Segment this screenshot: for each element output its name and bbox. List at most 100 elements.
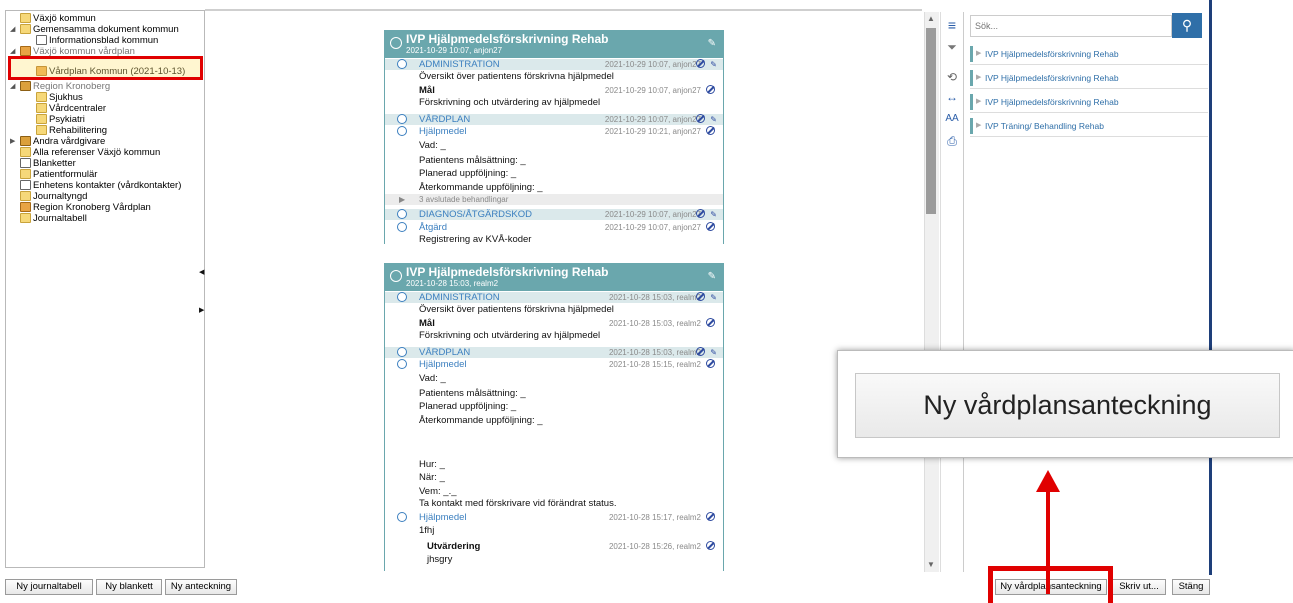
pin-icon[interactable]: ✎ (710, 114, 717, 125)
no-entry-icon[interactable] (706, 126, 715, 135)
no-entry-icon[interactable] (696, 209, 705, 218)
collapsed-treatments[interactable]: ▶ 3 avslutade behandlingar (385, 194, 723, 205)
expand-icon[interactable]: ▶ (10, 136, 18, 147)
care-plan-card: ADMINISTRATION 2021-10-29 10:07, anjon27 ✎… (384, 58, 724, 245)
menu-icon[interactable]: ≡ (945, 18, 959, 32)
list-item: Planerad uppföljning: _ (419, 401, 517, 412)
pin-icon[interactable]: ✎ (710, 59, 717, 70)
list-item: Utvärdering 2021-10-28 15:26, realm2 (385, 541, 723, 552)
document-list-item[interactable]: ▶ IVP Hjälpmedelsförskrivning Rehab (970, 92, 1208, 113)
navigation-tree[interactable]: Växjö kommun ◢ Gemensamma dokument kommun… (5, 10, 205, 568)
list-item[interactable]: Hjälpmedel 2021-10-28 15:17, realm2 (385, 512, 723, 523)
no-entry-icon[interactable] (696, 292, 705, 301)
expand-width-icon[interactable]: ↔ (945, 90, 959, 104)
filter-icon[interactable]: ⏷ (945, 40, 959, 54)
region-icon (20, 136, 31, 146)
region-icon (20, 81, 31, 91)
expand-icon[interactable]: ▶ (976, 116, 981, 136)
section-header[interactable]: ADMINISTRATION 2021-10-28 15:03, realm2 ✎ (385, 292, 723, 303)
list-item: Återkommande uppföljning: _ (419, 415, 543, 426)
preview-icon[interactable]: ⎙ (945, 134, 959, 148)
window-border (1209, 0, 1212, 575)
button-highlight (988, 566, 1113, 603)
no-entry-icon[interactable] (696, 114, 705, 123)
card-header[interactable]: IVP Hjälpmedelsförskrivning Rehab 2021-1… (384, 30, 724, 58)
scroll-down-icon[interactable]: ▼ (927, 560, 935, 569)
collapse-left-icon[interactable]: ◀ (199, 268, 204, 276)
pin-icon[interactable]: ✎ (710, 209, 717, 220)
pin-icon[interactable]: ✎ (708, 271, 716, 282)
no-entry-icon[interactable] (706, 318, 715, 327)
new-note-button[interactable]: Ny anteckning (165, 579, 237, 595)
no-entry-icon[interactable] (706, 541, 715, 550)
list-item: Planerad uppföljning: _ (419, 168, 517, 179)
section-header[interactable]: ADMINISTRATION 2021-10-29 10:07, anjon27 ✎ (385, 59, 723, 70)
close-button[interactable]: Stäng (1172, 579, 1210, 595)
list-item: Mål 2021-10-28 15:03, realm2 (385, 318, 723, 329)
folder-icon (36, 103, 47, 113)
select-circle-icon[interactable] (397, 59, 407, 69)
select-circle-icon[interactable] (390, 270, 402, 282)
search-field[interactable] (970, 15, 1172, 37)
folder-icon (20, 191, 31, 201)
card-header[interactable]: IVP Hjälpmedelsförskrivning Rehab 2021-1… (384, 263, 724, 291)
section-header[interactable]: DIAGNOS/ÅTGÄRDSKOD 2021-10-29 10:07, anjo… (385, 209, 723, 220)
list-item: Förskrivning och utvärdering av hjälpmed… (419, 330, 601, 341)
expand-icon[interactable]: ▶ (399, 194, 405, 205)
list-item: Patientens målsättning: _ (419, 155, 526, 166)
expand-icon[interactable]: ▶ (976, 92, 981, 112)
select-circle-icon[interactable] (397, 126, 407, 136)
select-circle-icon[interactable] (397, 512, 407, 522)
pin-icon[interactable]: ✎ (708, 38, 716, 49)
care-plan-card: ADMINISTRATION 2021-10-28 15:03, realm2 ✎ … (384, 291, 724, 571)
search-input[interactable] (971, 16, 1157, 36)
document-list-item[interactable]: ▶ IVP Hjälpmedelsförskrivning Rehab (970, 44, 1208, 65)
select-circle-icon[interactable] (397, 292, 407, 302)
expand-icon[interactable]: ◢ (10, 24, 18, 35)
select-circle-icon[interactable] (397, 347, 407, 357)
list-item: Patientens målsättning: _ (419, 388, 526, 399)
scrollbar-thumb[interactable] (926, 28, 936, 214)
select-circle-icon[interactable] (397, 114, 407, 124)
no-entry-icon[interactable] (706, 359, 715, 368)
select-circle-icon[interactable] (390, 37, 402, 49)
select-circle-icon[interactable] (397, 359, 407, 369)
expand-right-icon[interactable]: ▶ (199, 306, 204, 314)
expand-icon[interactable]: ◢ (10, 81, 18, 92)
list-item[interactable]: Hjälpmedel 2021-10-29 10:21, anjon27 (385, 126, 723, 137)
form-icon (20, 158, 31, 168)
list-item[interactable]: Åtgärd 2021-10-29 10:07, anjon27 (385, 222, 723, 233)
no-entry-icon[interactable] (696, 59, 705, 68)
text-size-icon[interactable]: AA (945, 112, 959, 126)
no-entry-icon[interactable] (706, 85, 715, 94)
section-header[interactable]: VÅRDPLAN 2021-10-29 10:07, anjon27 ✎ (385, 114, 723, 125)
history-icon[interactable]: ⟲ (945, 70, 959, 84)
list-item: Översikt över patientens förskrivna hjäl… (419, 71, 614, 82)
list-item[interactable]: Hjälpmedel 2021-10-28 15:15, realm2 (385, 359, 723, 370)
document-list-item[interactable]: ▶ IVP Hjälpmedelsförskrivning Rehab (970, 68, 1208, 89)
new-form-button[interactable]: Ny blankett (96, 579, 162, 595)
no-entry-icon[interactable] (706, 222, 715, 231)
list-item: Översikt över patientens förskrivna hjäl… (419, 304, 614, 315)
care-plan-icon (20, 46, 31, 56)
scroll-up-icon[interactable]: ▲ (927, 14, 935, 23)
pin-icon[interactable]: ✎ (710, 292, 717, 303)
folder-icon (20, 24, 31, 34)
list-item: Förskrivning och utvärdering av hjälpmed… (419, 97, 601, 108)
tree-selection-highlight (8, 56, 203, 80)
card-title: IVP Hjälpmedelsförskrivning Rehab (406, 32, 609, 46)
expand-icon[interactable]: ▶ (976, 68, 981, 88)
select-circle-icon[interactable] (397, 209, 407, 219)
expand-icon[interactable]: ▶ (976, 44, 981, 64)
list-item: Vad: _ (419, 373, 446, 384)
print-button[interactable]: Skriv ut... (1112, 579, 1166, 595)
no-entry-icon[interactable] (706, 512, 715, 521)
new-journal-table-button[interactable]: Ny journaltabell (5, 579, 93, 595)
section-header[interactable]: VÅRDPLAN 2021-10-28 15:03, realm2 ✎ (385, 347, 723, 358)
no-entry-icon[interactable] (696, 347, 705, 356)
document-list-item[interactable]: ▶ IVP Träning/ Behandling Rehab (970, 116, 1208, 137)
pin-icon[interactable]: ✎ (710, 347, 717, 358)
select-circle-icon[interactable] (397, 222, 407, 232)
card-title: IVP Hjälpmedelsförskrivning Rehab (406, 265, 609, 279)
search-icon[interactable]: ⚲ (1172, 13, 1202, 38)
